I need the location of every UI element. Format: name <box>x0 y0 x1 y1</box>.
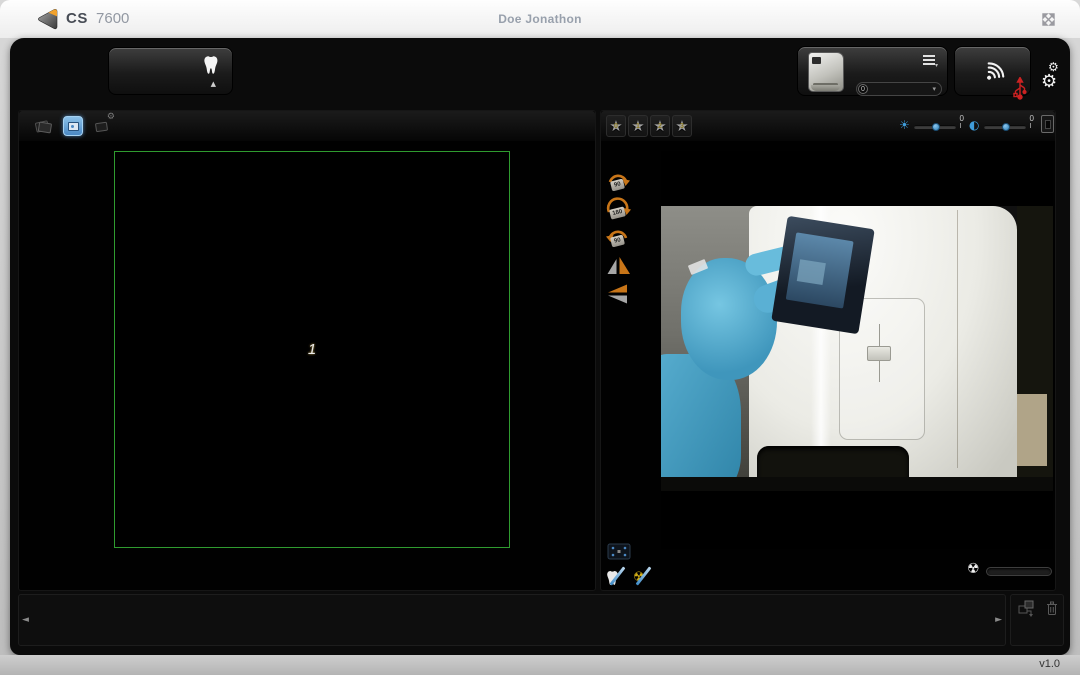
quality-star-2[interactable]: ★ 2 <box>650 115 670 137</box>
patient-name: Doe Jonathon <box>0 12 1080 26</box>
app-version: v1.0 <box>1039 658 1060 670</box>
exam-layout-panel: ⚙ 1 <box>18 110 596 591</box>
flip-vertical-button[interactable] <box>605 281 631 307</box>
edit-exposure-icon[interactable]: ☢ <box>632 564 655 587</box>
preview-photo <box>661 206 1053 491</box>
settings-strip: ⚙ ⚙ <box>1036 38 1070 108</box>
scanner-menu-icon[interactable]: ▾ <box>923 55 937 69</box>
rotate-90-cw-button[interactable]: 90 <box>605 169 631 195</box>
rotate-90-ccw-button[interactable]: 90 <box>605 225 631 251</box>
application-window: CS 7600 Doe Jonathon ▲ <box>0 0 1080 675</box>
tooth-selection-button[interactable]: ▲ <box>108 47 233 95</box>
main-work-area: ▲ ▾ 0 ▾ <box>10 38 1070 655</box>
tray-scroll-right-icon[interactable]: ► <box>995 615 1002 625</box>
plate-counter-dropdown[interactable]: 0 ▾ <box>856 82 942 96</box>
brightness-sun-icon: ☀ <box>899 118 910 132</box>
title-bar: CS 7600 Doe Jonathon <box>0 0 1080 38</box>
wireless-connection-button[interactable] <box>954 46 1031 96</box>
fmx-layout-icon[interactable] <box>33 116 53 136</box>
quality-star-1[interactable]: ★ 1 <box>628 115 648 137</box>
brightness-value: 0 <box>960 114 964 123</box>
rotate-180-button[interactable]: 180 <box>605 197 631 223</box>
plate-count-value: 0 <box>858 84 868 94</box>
collimator-format-icon[interactable] <box>607 543 631 560</box>
transfer-images-icon[interactable] <box>1018 600 1036 617</box>
usb-disconnected-icon <box>1013 77 1027 101</box>
delete-image-icon[interactable] <box>1046 601 1058 616</box>
brightness-slider-thumb[interactable] <box>932 123 940 131</box>
layout-settings-icon[interactable]: ⚙ <box>93 116 113 136</box>
imaging-plate <box>771 216 874 334</box>
single-image-view-button-active[interactable] <box>63 116 83 136</box>
quality-star-0[interactable]: ★ 0 <box>606 115 626 137</box>
scanner-device-icon <box>808 52 844 92</box>
tooth-dropdown-arrow-icon: ▲ <box>211 80 216 88</box>
counter-dropdown-arrow-icon: ▾ <box>932 85 936 93</box>
contrast-control: ◐ 0 <box>969 114 1035 136</box>
resize-window-icon[interactable] <box>1042 13 1055 26</box>
exposure-progress-bar <box>986 567 1052 576</box>
image-quality-rating: ★ 0 ★ 1 ★ 2 ★ 3 <box>606 115 692 137</box>
scanner-status-button[interactable]: ▾ 0 ▾ <box>797 46 948 96</box>
settings-gear-icon[interactable]: ⚙ <box>1041 71 1057 92</box>
edit-tooth-number-icon[interactable] <box>606 564 629 587</box>
brightness-control: ☀ 0 <box>899 114 965 136</box>
quality-star-3[interactable]: ★ 3 <box>672 115 692 137</box>
brightness-slider[interactable] <box>914 125 956 129</box>
exam-panel-header: ⚙ <box>19 111 595 141</box>
invert-image-button[interactable] <box>1041 115 1054 133</box>
contrast-slider[interactable] <box>984 125 1026 129</box>
acquisition-panel: ★ 0 ★ 1 ★ 2 ★ 3 ☀ <box>600 110 1056 591</box>
tray-actions-panel <box>1010 594 1064 646</box>
contrast-slider-thumb[interactable] <box>1002 123 1010 131</box>
contrast-icon: ◐ <box>969 118 979 132</box>
tray-scroll-left-icon[interactable]: ◄ <box>22 615 29 625</box>
contrast-value: 0 <box>1030 114 1034 123</box>
status-bar: v1.0 <box>0 655 1080 675</box>
image-transform-toolbar: 90 180 90 <box>605 169 635 309</box>
exam-image-slot[interactable]: 1 <box>114 151 510 548</box>
radiation-icon: ☢ <box>967 561 980 577</box>
tooth-icon <box>203 55 219 80</box>
slot-number: 1 <box>308 341 316 358</box>
wifi-signal-icon <box>979 57 1007 85</box>
flip-horizontal-button[interactable] <box>605 253 631 279</box>
thumbnail-tray: ◄ ► <box>18 594 1006 646</box>
live-preview-container <box>661 151 1053 549</box>
